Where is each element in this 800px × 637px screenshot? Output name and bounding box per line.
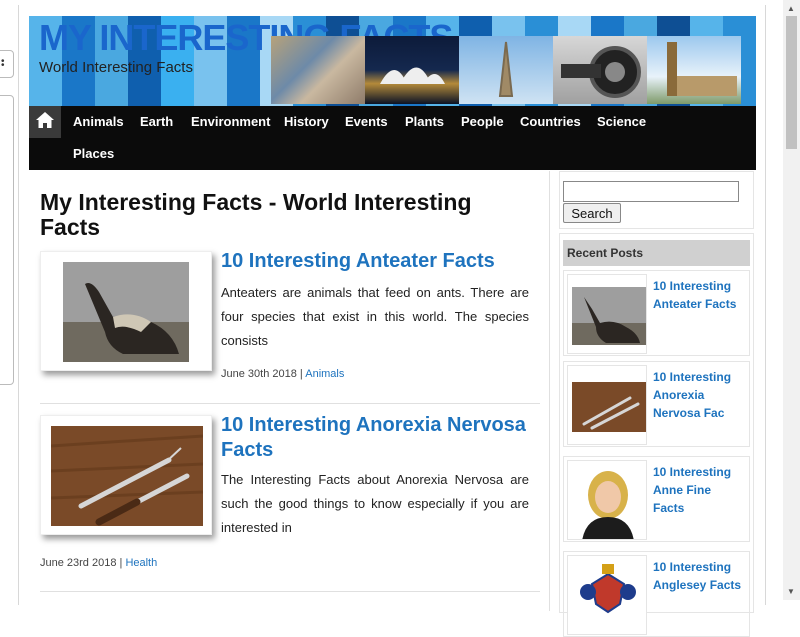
search-widget: Search: [559, 171, 754, 229]
post-meta: June 30th 2018 | Animals: [221, 368, 344, 380]
side-panel-tab[interactable]: • •: [0, 50, 14, 78]
page-container: MY INTERESTING FACTS World Interesting F…: [18, 5, 766, 637]
post-date: June 23rd 2018: [40, 557, 117, 569]
nav-item-environment[interactable]: Environment: [191, 106, 270, 138]
recent-post-item[interactable]: 10 Interesting Anteater Facts: [563, 270, 750, 356]
post-divider: [40, 403, 540, 404]
scrollbar-thumb[interactable]: [786, 16, 797, 149]
nav-item-history[interactable]: History: [284, 106, 329, 138]
post-title[interactable]: 10 Interesting Anteater Facts: [221, 249, 541, 274]
recent-post-title[interactable]: 10 Interesting Anorexia Nervosa Fac: [653, 368, 745, 422]
post-category-link[interactable]: Health: [125, 557, 157, 569]
header-photo-big-ben: [647, 36, 741, 104]
scroll-up-icon[interactable]: ▲: [787, 4, 795, 13]
author-photo: [568, 461, 646, 539]
page-scrollbar[interactable]: ▲ ▼: [783, 0, 800, 600]
post-title[interactable]: 10 Interesting Anorexia Nervosa Facts: [221, 413, 541, 463]
search-button[interactable]: Search: [563, 203, 621, 223]
recent-post-thumbnail[interactable]: [567, 365, 647, 445]
side-panel: [0, 95, 14, 385]
page-title: My Interesting Facts - World Interesting…: [40, 189, 472, 240]
nav-item-countries[interactable]: Countries: [520, 106, 581, 138]
recent-post-thumbnail[interactable]: [567, 555, 647, 635]
scroll-down-icon[interactable]: ▼: [787, 587, 795, 596]
post-excerpt: The Interesting Facts about Anorexia Ner…: [221, 472, 529, 535]
fork-knife-image: [51, 426, 203, 526]
nav-item-science[interactable]: Science: [597, 106, 646, 138]
recent-post-item[interactable]: 10 Interesting Anne Fine Facts: [563, 456, 750, 542]
post-thumbnail[interactable]: [40, 415, 212, 535]
nav-item-earth[interactable]: Earth: [140, 106, 173, 138]
header-photo-eiffel-tower: [459, 36, 553, 104]
post-thumbnail[interactable]: [40, 251, 212, 371]
main-content: My Interesting Facts - World Interesting…: [29, 171, 550, 611]
post-category-link[interactable]: Animals: [305, 368, 344, 380]
recent-posts-heading: Recent Posts: [563, 240, 750, 266]
sidebar: Search Recent Posts 10 Interesting Antea…: [559, 171, 757, 637]
recent-post-thumbnail[interactable]: [567, 274, 647, 354]
nav-item-plants[interactable]: Plants: [405, 106, 444, 138]
meta-separator: |: [296, 368, 306, 380]
main-nav: Animals Earth Environment History Events…: [29, 106, 756, 170]
recent-post-title[interactable]: 10 Interesting Anne Fine Facts: [653, 463, 745, 517]
home-icon: [35, 111, 55, 134]
recent-post-title[interactable]: 10 Interesting Anglesey Facts: [653, 558, 745, 594]
coat-of-arms-image: [568, 556, 646, 634]
post-date: June 30th 2018: [221, 368, 297, 380]
recent-post-thumbnail[interactable]: [567, 460, 647, 540]
recent-post-item[interactable]: 10 Interesting Anglesey Facts: [563, 551, 750, 637]
search-input[interactable]: [563, 181, 739, 202]
site-tagline: World Interesting Facts: [39, 59, 193, 76]
nav-item-events[interactable]: Events: [345, 106, 388, 138]
nav-item-places[interactable]: Places: [73, 138, 114, 170]
recent-posts-widget: Recent Posts 10 Interesting Anteater Fac…: [559, 233, 754, 637]
post-meta: June 23rd 2018 | Health: [40, 557, 157, 569]
anteater-image: [568, 275, 646, 353]
nav-item-people[interactable]: People: [461, 106, 504, 138]
header-photo-opera-house: [365, 36, 459, 104]
header-photo-money: [271, 36, 365, 104]
header-photo-motorbike: [553, 36, 647, 104]
recent-post-item[interactable]: 10 Interesting Anorexia Nervosa Fac: [563, 361, 750, 447]
home-button[interactable]: [29, 106, 61, 138]
anteater-image: [63, 262, 189, 362]
post-divider: [40, 591, 540, 592]
header-photos: [271, 36, 741, 104]
fork-knife-image: [568, 366, 646, 444]
site-header: MY INTERESTING FACTS World Interesting F…: [29, 16, 756, 106]
post-excerpt: Anteaters are animals that feed on ants.…: [221, 285, 529, 348]
nav-item-animals[interactable]: Animals: [73, 106, 124, 138]
recent-post-title[interactable]: 10 Interesting Anteater Facts: [653, 277, 745, 313]
